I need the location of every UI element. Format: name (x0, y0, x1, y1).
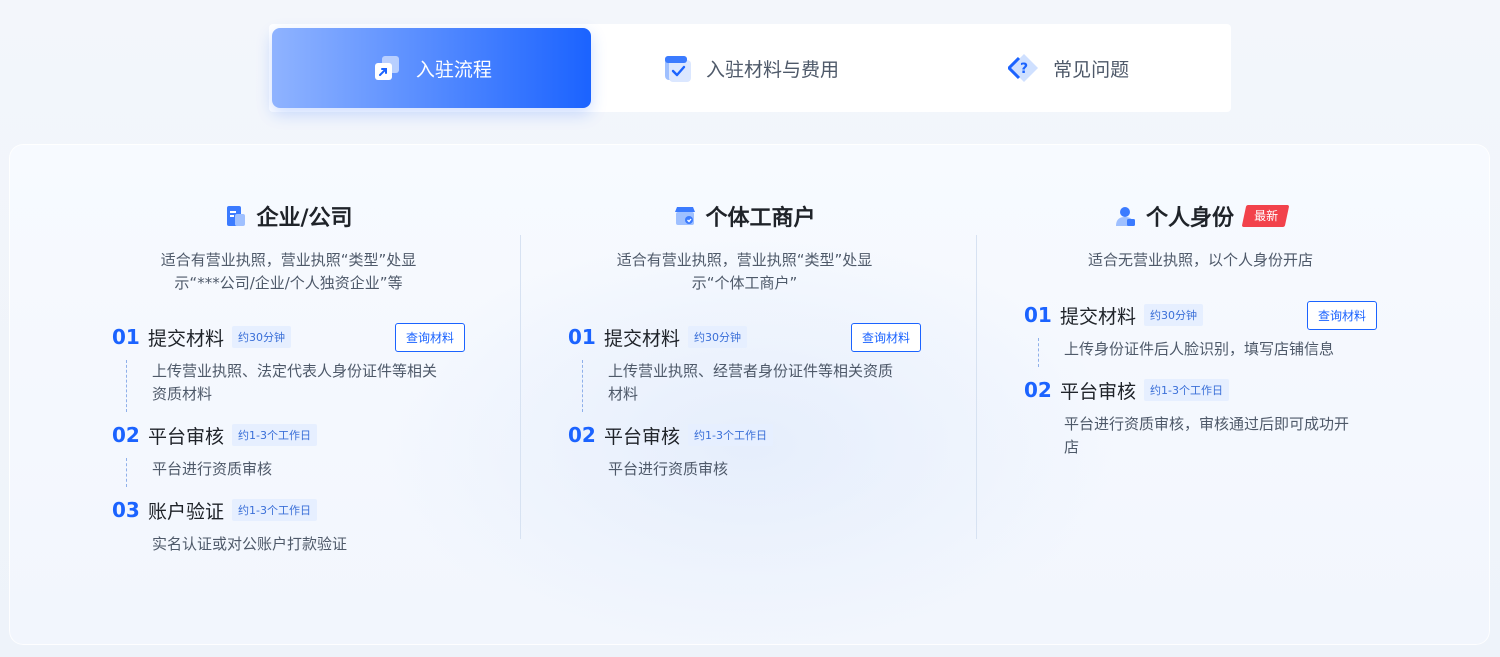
document-check-icon (661, 52, 693, 84)
tab-label: 常见问题 (1053, 58, 1130, 81)
step-description: 平台进行资质审核，审核通过后即可成功开 店 (1064, 415, 1350, 456)
question-icon: ? (1008, 52, 1040, 84)
tab-materials-fees[interactable]: 入驻材料与费用 (591, 28, 910, 108)
query-materials-button[interactable]: 查询材料 (1306, 300, 1377, 330)
duration-tag: 约1-3个工作日 (1144, 379, 1229, 401)
tab-faq[interactable]: ? 常见问题 (909, 28, 1228, 108)
step-list: 01 提交材料 约30分钟 查询材料 上传身份证件后人脸识别，填写店铺信息 02… (1024, 300, 1377, 473)
step-submit-materials: 01 提交材料 约30分钟 查询材料 上传营业执照、法定代表人身份证件等相关 资… (112, 322, 465, 420)
step-title: 账户验证 (148, 500, 225, 523)
process-panel: 企业/公司 适合有营业执照，营业执照“类型”处显 示“***公司/企业/个人独资… (9, 144, 1490, 645)
column-title: 个人身份 最新 (994, 200, 1407, 232)
person-icon (1114, 204, 1138, 228)
column-divider (976, 235, 977, 539)
step-number: 02 (1024, 378, 1052, 402)
shop-icon (673, 204, 697, 228)
step-number: 02 (568, 423, 596, 447)
column-description: 适合有营业执照，营业执照“类型”处显 示“***公司/企业/个人独资企业”等 (160, 251, 417, 292)
duration-tag: 约30分钟 (1144, 304, 1204, 326)
step-platform-review: 02 平台审核 约1-3个工作日 平台进行资质审核 (568, 420, 921, 495)
step-submit-materials: 01 提交材料 约30分钟 查询材料 上传营业执照、经营者身份证件等相关资质 材… (568, 322, 921, 420)
query-materials-button[interactable]: 查询材料 (394, 322, 465, 352)
step-title: 平台审核 (148, 425, 225, 448)
tab-process[interactable]: 入驻流程 (272, 28, 591, 108)
column-description: 适合有营业执照，营业执照“类型”处显 示“个体工商户” (616, 251, 873, 292)
step-title: 平台审核 (604, 425, 681, 448)
column-description: 适合无营业执照，以个人身份开店 (1087, 251, 1313, 269)
step-list: 01 提交材料 约30分钟 查询材料 上传营业执照、法定代表人身份证件等相关 资… (112, 322, 465, 570)
step-description: 上传营业执照、法定代表人身份证件等相关 资质材料 (126, 352, 465, 420)
step-description: 上传身份证件后人脸识别，填写店铺信息 (1038, 330, 1377, 375)
step-title: 提交材料 (604, 327, 681, 350)
step-description: 实名认证或对公账户打款验证 (152, 535, 348, 553)
duration-tag: 约30分钟 (688, 326, 748, 348)
step-number: 01 (112, 325, 140, 349)
step-number: 02 (112, 423, 140, 447)
step-number: 01 (568, 325, 596, 349)
step-title: 平台审核 (1060, 380, 1137, 403)
column-title: 个体工商户 (538, 200, 951, 232)
duration-tag: 约1-3个工作日 (232, 424, 317, 446)
query-materials-button[interactable]: 查询材料 (850, 322, 921, 352)
step-number: 01 (1024, 303, 1052, 327)
tab-label: 入驻流程 (415, 58, 492, 81)
column-title: 企业/公司 (82, 200, 495, 232)
flow-icon (371, 52, 403, 84)
new-badge: 最新 (1241, 205, 1290, 227)
step-account-verification: 03 账户验证 约1-3个工作日 实名认证或对公账户打款验证 (112, 495, 465, 570)
column-divider (520, 235, 521, 539)
step-title: 提交材料 (148, 327, 225, 350)
step-description: 平台进行资质审核 (126, 450, 465, 495)
step-description: 上传营业执照、经营者身份证件等相关资质 材料 (582, 352, 921, 420)
step-platform-review: 02 平台审核 约1-3个工作日 平台进行资质审核 (112, 420, 465, 495)
step-list: 01 提交材料 约30分钟 查询材料 上传营业执照、经营者身份证件等相关资质 材… (568, 322, 921, 495)
step-title: 提交材料 (1060, 305, 1137, 328)
tab-bar: 入驻流程 入驻材料与费用 ? 常见问题 (269, 24, 1231, 112)
step-number: 03 (112, 498, 140, 522)
duration-tag: 约30分钟 (232, 326, 292, 348)
svg-text:?: ? (1020, 61, 1028, 77)
step-platform-review: 02 平台审核 约1-3个工作日 平台进行资质审核，审核通过后即可成功开 店 (1024, 375, 1377, 473)
step-description: 平台进行资质审核 (608, 460, 729, 478)
company-icon (224, 204, 248, 228)
step-submit-materials: 01 提交材料 约30分钟 查询材料 上传身份证件后人脸识别，填写店铺信息 (1024, 300, 1377, 375)
duration-tag: 约1-3个工作日 (232, 499, 317, 521)
duration-tag: 约1-3个工作日 (688, 424, 773, 446)
tab-label: 入驻材料与费用 (706, 58, 840, 81)
